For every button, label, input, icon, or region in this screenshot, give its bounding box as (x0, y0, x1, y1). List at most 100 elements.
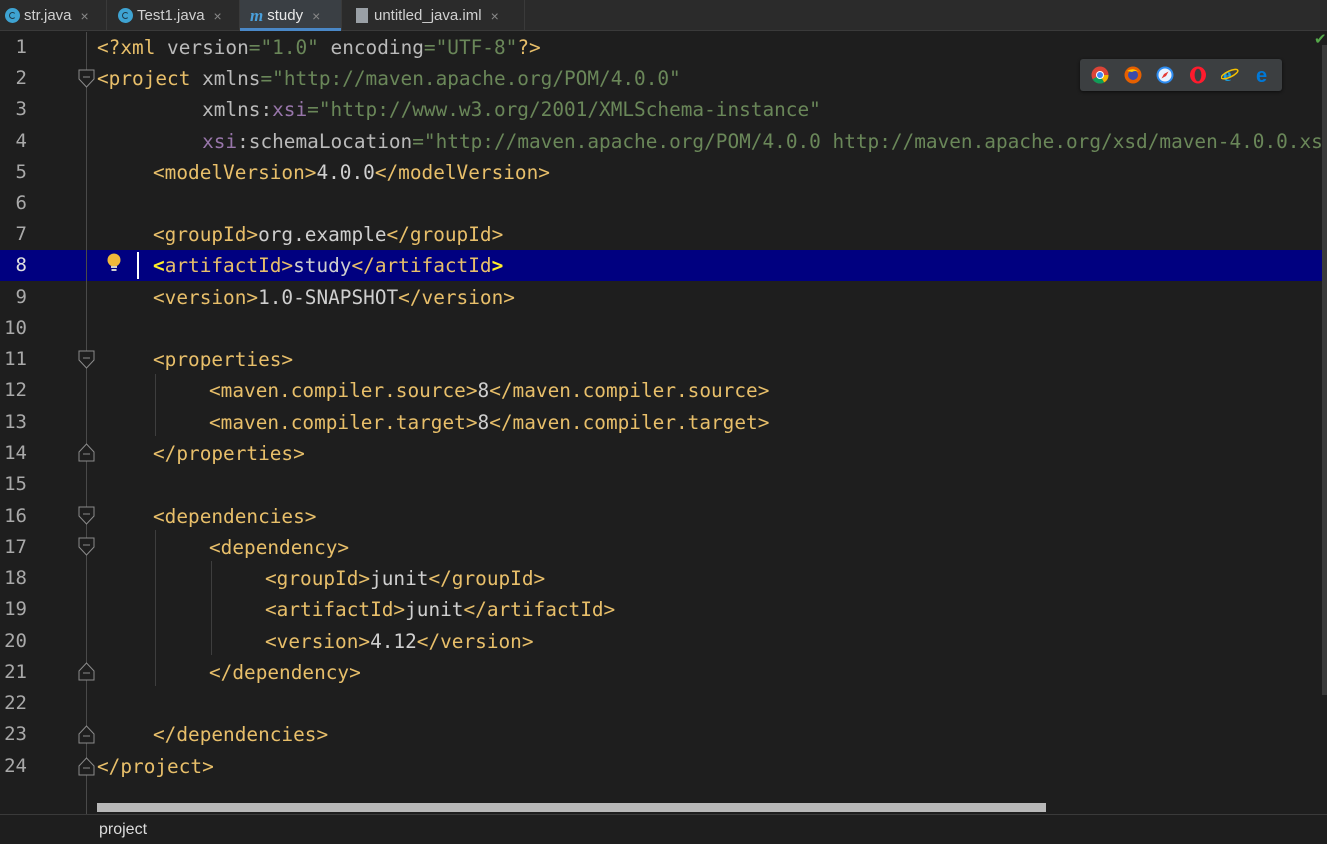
code-line-3: xmlns:xsi="http://www.w3.org/2001/XMLSch… (97, 94, 821, 125)
fold-end-icon[interactable] (78, 756, 95, 776)
vertical-scrollbar[interactable] (1322, 45, 1327, 695)
tab-label: untitled_java.iml (374, 7, 482, 24)
token: "http://www.w3.org/2001/XMLSchema-instan… (318, 98, 821, 121)
fold-collapse-icon[interactable] (78, 69, 95, 89)
token: </version> (416, 630, 534, 653)
token: junit (405, 598, 464, 621)
token: < (153, 254, 165, 277)
code-line-5: <modelVersion>4.0.0</modelVersion> (153, 157, 550, 188)
fold-end-icon[interactable] (78, 442, 95, 462)
token: "UTF-8" (435, 36, 518, 59)
token: encoding (318, 36, 424, 59)
line-number: 2 (15, 67, 27, 89)
token: </artifactId> (463, 598, 616, 621)
close-icon[interactable]: × (491, 8, 499, 24)
fold-collapse-icon[interactable] (78, 350, 95, 370)
token: <version> (265, 630, 371, 653)
code-line-9: <version>1.0-SNAPSHOT</version> (153, 282, 515, 313)
code-line-18: <groupId>junit</groupId> (265, 563, 545, 594)
code-line-17: <dependency> (209, 532, 349, 563)
fold-end-icon[interactable] (78, 661, 95, 681)
token: </groupId> (428, 567, 546, 590)
line-number: 20 (4, 630, 27, 652)
token: xmlns: (202, 98, 273, 121)
firefox-icon[interactable] (1124, 66, 1142, 84)
token: <modelVersion> (153, 161, 317, 184)
tab-label: study (267, 7, 304, 24)
close-icon[interactable]: × (81, 8, 89, 24)
token: = (248, 36, 261, 59)
line-number: 15 (4, 473, 27, 495)
fold-collapse-icon[interactable] (78, 537, 95, 557)
line-number: 17 (4, 536, 27, 558)
token: <dependencies> (153, 505, 317, 528)
tab-study[interactable]: m study × (240, 0, 341, 31)
token: org.example (258, 223, 387, 246)
code-line-16: <dependencies> (153, 501, 316, 532)
code-line-1: <?xml version="1.0" encoding="UTF-8"?> (97, 32, 541, 63)
line-number: 21 (4, 661, 27, 683)
code-editor[interactable]: 1 2 3 4 5 6 7 8 9 10 11 12 13 14 15 16 1… (0, 32, 1327, 814)
token: "http://maven.apache.org/POM/4.0.0 http:… (423, 130, 1327, 153)
maven-icon: m (250, 5, 264, 25)
code-line-12: <maven.compiler.source>8</maven.compiler… (209, 375, 769, 406)
token: </modelVersion> (374, 161, 550, 184)
breadcrumb-bar: project (0, 814, 1327, 844)
safari-icon[interactable] (1156, 66, 1174, 84)
edge-icon[interactable]: e (1254, 65, 1272, 87)
breadcrumb-item[interactable]: project (99, 821, 147, 839)
token: ?> (517, 36, 541, 59)
token: </properties> (153, 442, 305, 465)
token: artifactId> (164, 254, 294, 277)
tab-untitled-java-iml[interactable]: untitled_java.iml × (342, 0, 524, 31)
code-line-21: </dependency> (209, 657, 361, 688)
gutter-separator (86, 32, 87, 814)
line-number: 18 (4, 567, 27, 589)
inspection-ok-icon[interactable]: ✔ (1314, 30, 1327, 48)
tab-test1-java[interactable]: Test1.java × (107, 0, 239, 31)
token: :schemaLocation (237, 130, 413, 153)
java-class-icon (118, 8, 133, 23)
line-number: 4 (15, 130, 27, 152)
token: <version> (153, 286, 259, 309)
token: <groupId> (265, 567, 371, 590)
fold-collapse-icon[interactable] (78, 506, 95, 526)
line-number: 13 (4, 411, 27, 433)
chrome-icon[interactable] (1091, 66, 1109, 84)
opera-icon[interactable] (1189, 66, 1207, 84)
token: = (412, 130, 424, 153)
close-icon[interactable]: × (214, 8, 222, 24)
token: <properties> (153, 348, 294, 371)
token: > (491, 254, 504, 277)
line-number: 12 (4, 379, 27, 401)
close-icon[interactable]: × (312, 8, 320, 24)
lightbulb-icon[interactable] (106, 252, 122, 278)
code-line-8: <artifactId>study</artifactId> (153, 250, 503, 281)
token: version (167, 36, 249, 59)
svg-text:e: e (1256, 66, 1267, 84)
indent-guide (155, 530, 156, 686)
token: </groupId> (386, 223, 504, 246)
token: study (293, 254, 352, 277)
token: </project> (97, 755, 214, 778)
fold-end-icon[interactable] (78, 724, 95, 744)
token: 4.12 (370, 630, 417, 653)
code-line-11: <properties> (153, 344, 293, 375)
token: 4.0.0 (316, 161, 375, 184)
code-line-24: </project> (97, 751, 214, 782)
ie-icon[interactable]: e (1220, 65, 1239, 86)
horizontal-scrollbar-thumb[interactable] (97, 803, 1046, 812)
line-number: 3 (15, 98, 27, 120)
code-line-23: </dependencies> (153, 719, 328, 750)
tab-str-java[interactable]: str.java × (0, 0, 105, 31)
token: = (423, 36, 436, 59)
line-number: 7 (15, 223, 27, 245)
tab-label: Test1.java (137, 7, 205, 24)
token: 8 (477, 379, 490, 402)
code-line-7: <groupId>org.example</groupId> (153, 219, 503, 250)
open-in-browser-toolbar: e e (1080, 59, 1282, 91)
token: </dependency> (209, 661, 361, 684)
line-number: 6 (15, 192, 27, 214)
line-number: 11 (4, 348, 27, 370)
